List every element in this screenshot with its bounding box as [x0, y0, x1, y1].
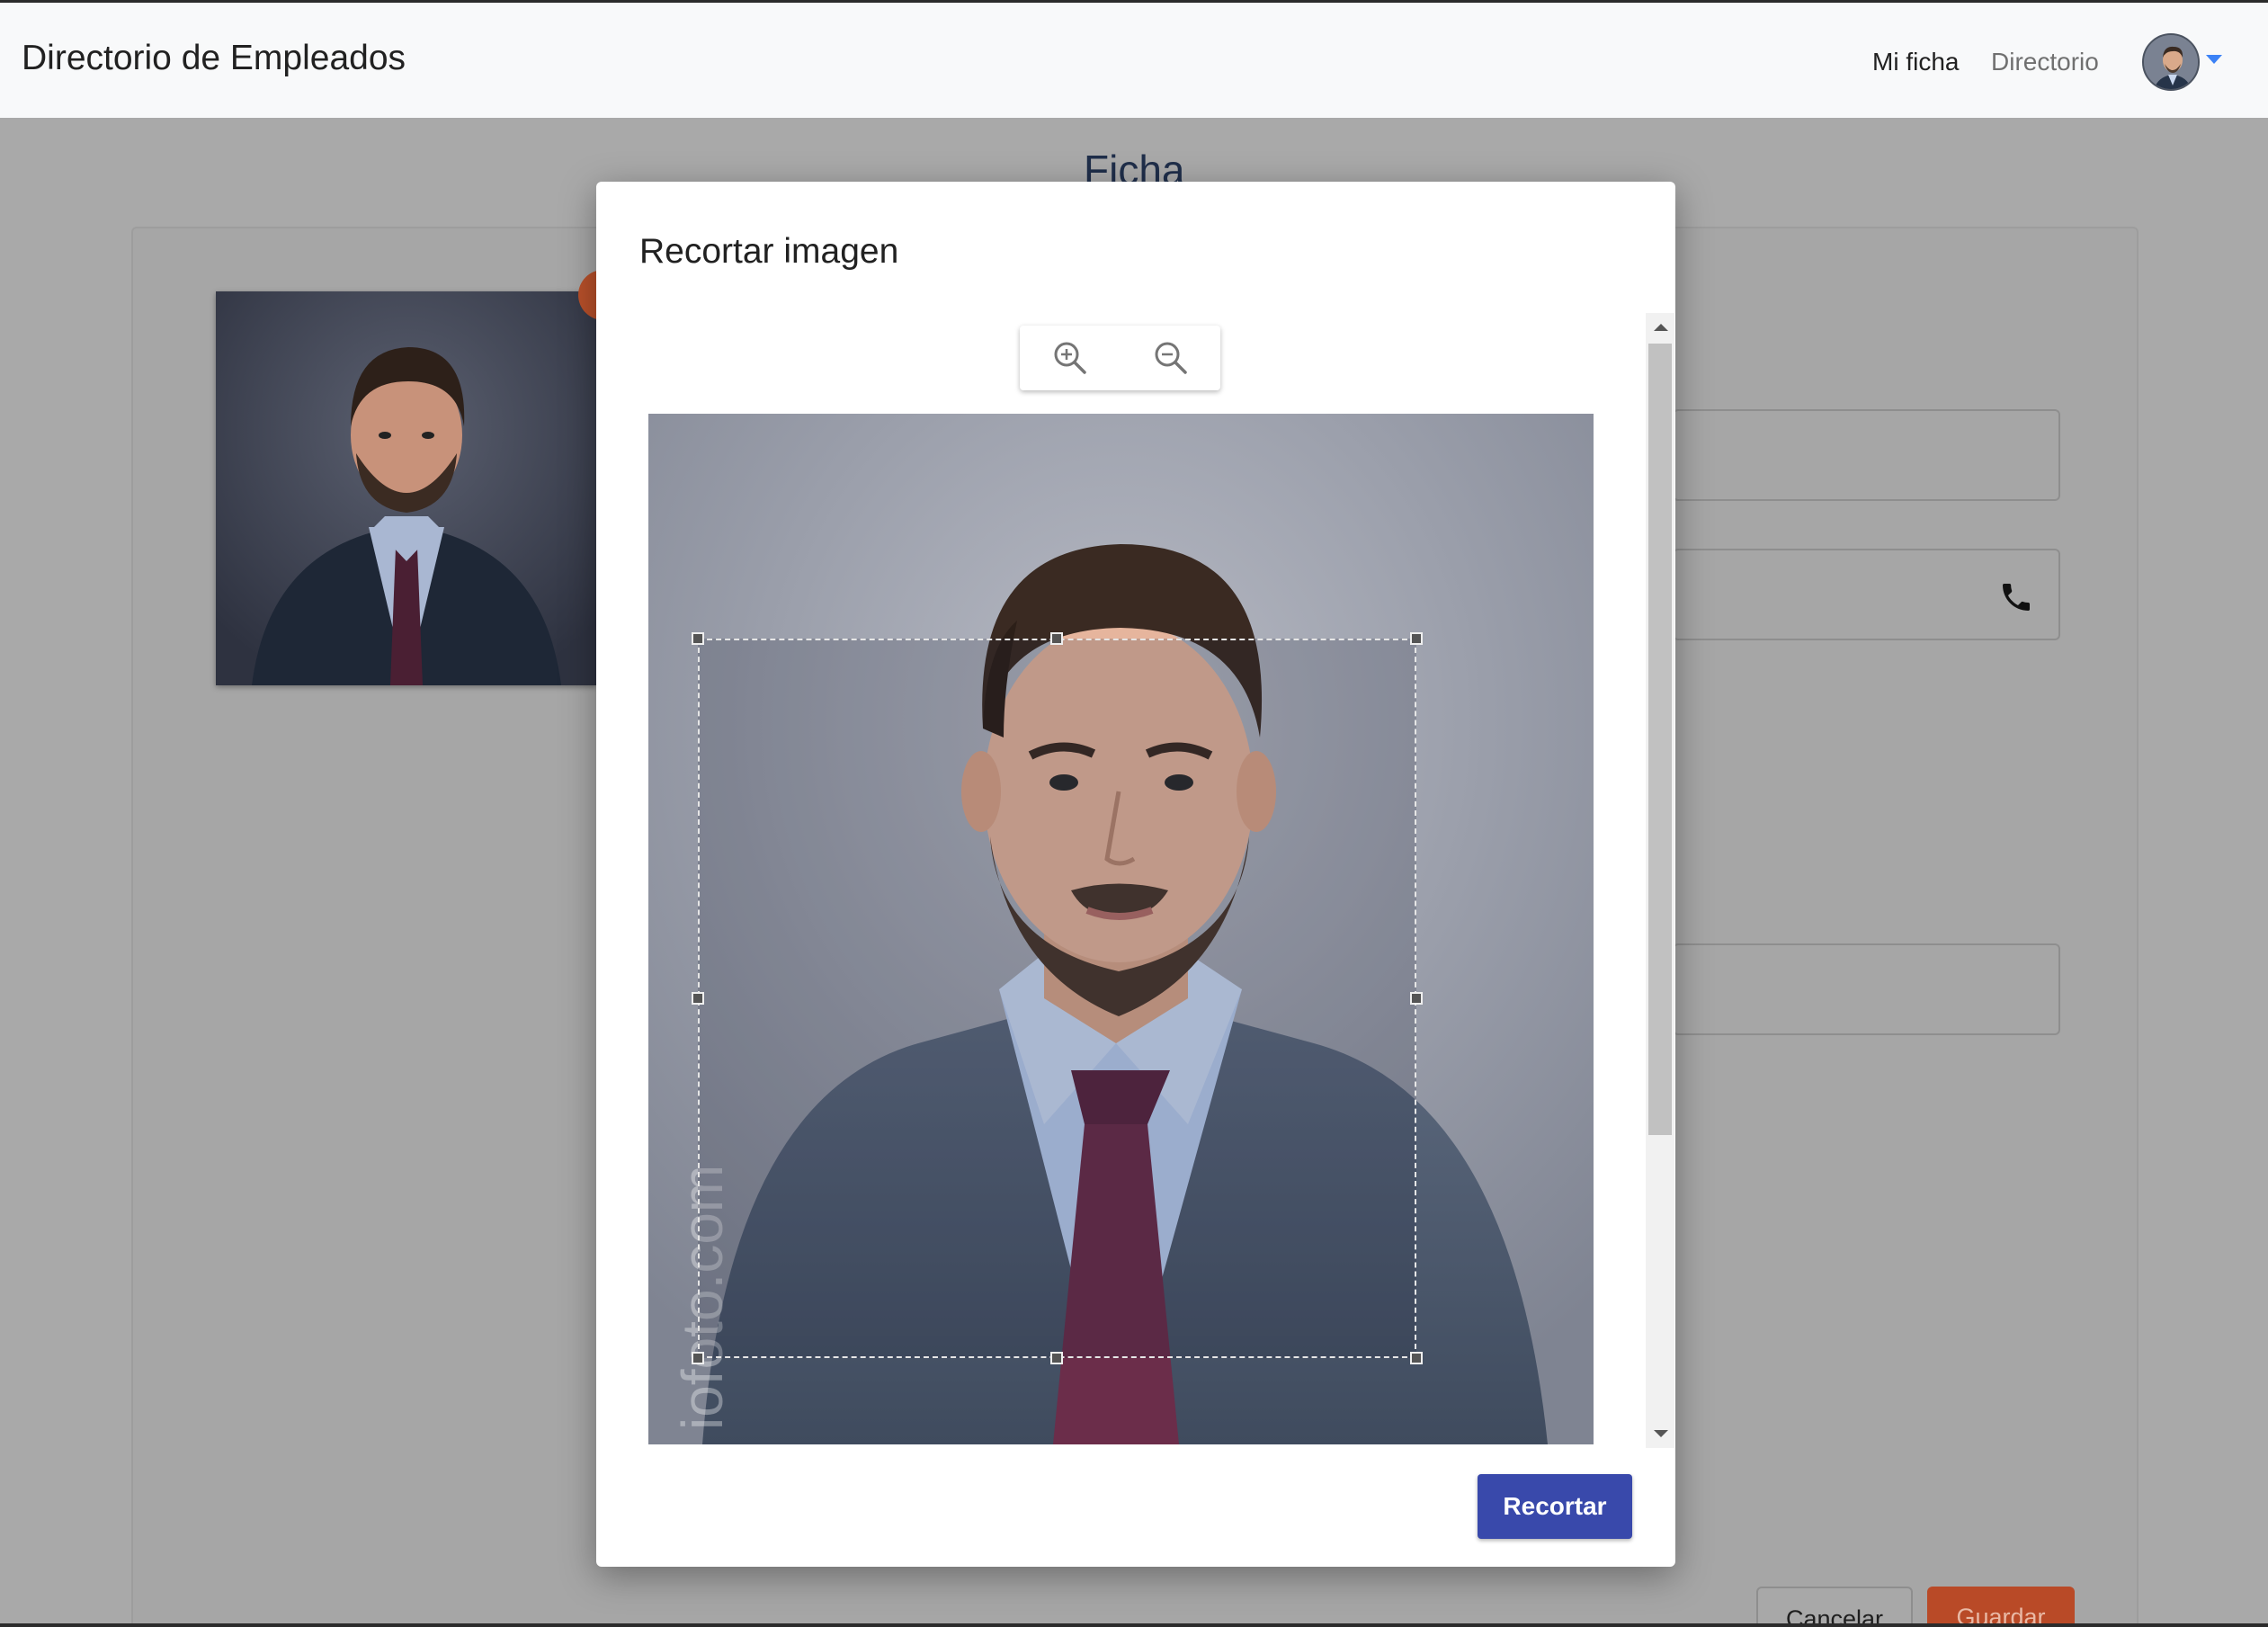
form-field-3[interactable] — [1673, 943, 2060, 1035]
dialog-title: Recortar imagen — [639, 232, 899, 271]
window-bottom-edge — [0, 1623, 2268, 1627]
dialog-scrollbar[interactable] — [1646, 313, 1674, 1448]
crop-handle-top-right[interactable] — [1410, 632, 1423, 645]
crop-handle-top-left[interactable] — [692, 632, 704, 645]
user-avatar[interactable] — [2142, 33, 2200, 91]
crop-handle-bottom-left[interactable] — [692, 1352, 704, 1364]
caret-down-icon[interactable] — [2206, 55, 2222, 64]
scroll-down-arrow-icon[interactable] — [1654, 1430, 1668, 1437]
profile-photo[interactable] — [216, 291, 597, 685]
top-navbar: Directorio de Empleados Mi ficha Directo… — [0, 0, 2268, 118]
zoom-out-icon[interactable] — [1151, 338, 1191, 378]
cancel-button[interactable]: Cancelar — [1756, 1587, 1913, 1627]
profile-portrait-image — [216, 291, 597, 685]
avatar-portrait — [2144, 35, 2198, 89]
save-button[interactable]: Guardar — [1927, 1587, 2075, 1627]
phone-icon — [2003, 584, 2030, 611]
crop-handle-right[interactable] — [1410, 992, 1423, 1005]
crop-selection-box[interactable] — [698, 639, 1416, 1358]
zoom-in-icon[interactable] — [1050, 338, 1090, 378]
scrollbar-thumb[interactable] — [1648, 344, 1672, 1135]
crop-handle-top[interactable] — [1050, 632, 1063, 645]
crop-handle-left[interactable] — [692, 992, 704, 1005]
app-brand[interactable]: Directorio de Empleados — [22, 39, 406, 78]
scroll-up-arrow-icon[interactable] — [1654, 324, 1668, 331]
crop-handle-bottom[interactable] — [1050, 1352, 1063, 1364]
crop-image-dialog: Recortar imagen Recortar — [596, 182, 1675, 1567]
zoom-toolbar — [1020, 326, 1220, 390]
nav-link-directorio[interactable]: Directorio — [1991, 48, 2099, 76]
crop-button[interactable]: Recortar — [1478, 1474, 1632, 1539]
crop-canvas[interactable]: iofoto.com — [648, 414, 1594, 1444]
crop-handle-bottom-right[interactable] — [1410, 1352, 1423, 1364]
nav-link-mi-ficha[interactable]: Mi ficha — [1872, 48, 1959, 76]
form-field-1[interactable] — [1673, 409, 2060, 501]
